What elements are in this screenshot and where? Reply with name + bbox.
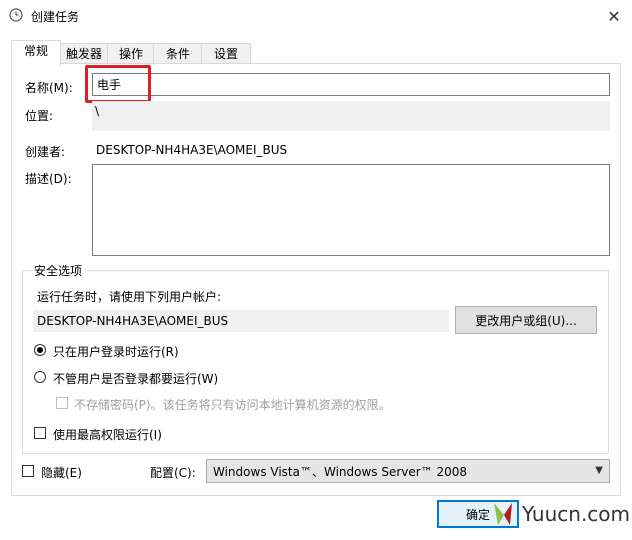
logo-icon xyxy=(494,503,512,525)
radio-logged-on-label: 只在用户登录时运行(R) xyxy=(53,345,179,359)
no-store-password-label: 不存储密码(P)。该任务将只有访问本地计算机资源的权限。 xyxy=(74,398,391,412)
hidden-label: 隐藏(E) xyxy=(41,466,82,480)
run-as-account-value: DESKTOP-NH4HA3E\AOMEI_BUS xyxy=(37,314,229,328)
description-label: 描述(D): xyxy=(25,172,72,186)
tab-general[interactable]: 常规 xyxy=(11,40,61,66)
hidden-checkbox[interactable] xyxy=(22,465,34,477)
tab-triggers[interactable]: 触发器 xyxy=(59,43,109,64)
name-label: 名称(M): xyxy=(25,81,73,95)
tab-label: 设置 xyxy=(213,47,238,61)
location-value: \ xyxy=(95,104,100,118)
change-user-button-label: 更改用户或组(U)... xyxy=(475,313,577,328)
configure-dropdown[interactable]: Windows Vista™、Windows Server™ 2008 ▼ xyxy=(206,459,610,483)
tab-label: 操作 xyxy=(118,47,143,61)
tab-settings[interactable]: 设置 xyxy=(201,43,251,64)
description-textarea[interactable] xyxy=(92,164,610,256)
window-title: 创建任务 xyxy=(31,10,80,24)
radio-logged-on[interactable] xyxy=(34,344,46,356)
close-icon: ✕ xyxy=(607,6,621,26)
run-as-account-field: DESKTOP-NH4HA3E\AOMEI_BUS xyxy=(33,310,449,332)
name-input[interactable] xyxy=(92,73,610,96)
radio-any-user[interactable] xyxy=(34,371,46,383)
close-button[interactable]: ✕ xyxy=(596,0,632,32)
highest-privileges-checkbox[interactable] xyxy=(34,427,46,439)
configure-label: 配置(C): xyxy=(150,466,196,480)
configure-value: Windows Vista™、Windows Server™ 2008 xyxy=(213,465,468,479)
radio-selected-dot xyxy=(37,347,43,353)
chevron-down-icon: ▼ xyxy=(595,465,603,476)
no-store-password-checkbox[interactable] xyxy=(56,397,68,409)
tab-label: 触发器 xyxy=(65,47,102,61)
highest-privileges-label: 使用最高权限运行(I) xyxy=(53,428,162,442)
tab-actions[interactable]: 操作 xyxy=(107,43,155,64)
author-value: DESKTOP-NH4HA3E\AOMEI_BUS xyxy=(96,143,288,157)
watermark: Yuucn.com xyxy=(488,494,632,534)
tab-conditions[interactable]: 条件 xyxy=(153,43,203,64)
security-options-legend: 安全选项 xyxy=(34,264,83,278)
location-label: 位置: xyxy=(25,109,54,123)
watermark-text: Yuucn.com xyxy=(522,502,631,526)
tab-label: 条件 xyxy=(165,47,190,61)
run-as-label: 运行任务时，请使用下列用户帐户: xyxy=(37,290,222,304)
author-label: 创建者: xyxy=(25,145,66,159)
highlight-box xyxy=(85,65,151,103)
title-bar: 创建任务 ✕ xyxy=(0,0,632,32)
change-user-button[interactable]: 更改用户或组(U)... xyxy=(455,306,597,334)
radio-any-user-label: 不管用户是否登录都要运行(W) xyxy=(53,372,219,386)
location-field: \ xyxy=(92,101,610,131)
ok-button-label: 确定 xyxy=(465,507,490,522)
clock-icon xyxy=(9,8,23,22)
tab-label: 常规 xyxy=(23,44,48,58)
